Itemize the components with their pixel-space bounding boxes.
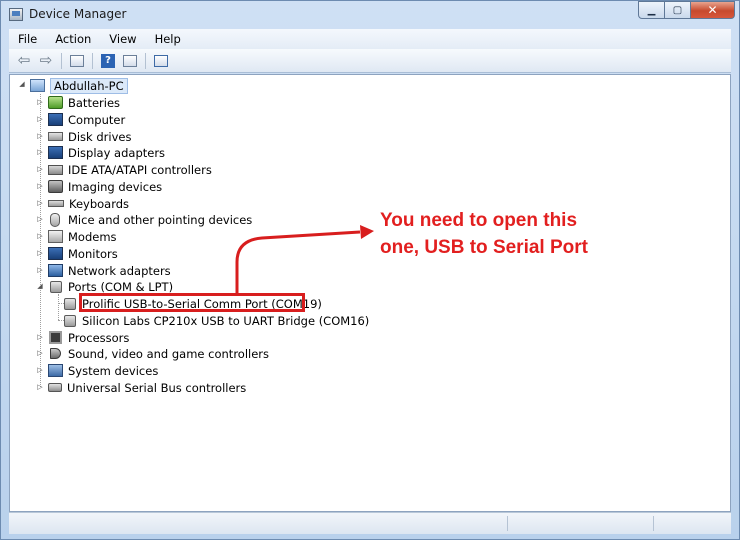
annotation-line-1: You need to open this	[380, 210, 578, 231]
annotation-arrow	[235, 225, 374, 293]
annotation-text: You need to open this one, USB to Serial…	[380, 207, 640, 261]
annotation-line-2: one, USB to Serial Port	[380, 237, 588, 258]
